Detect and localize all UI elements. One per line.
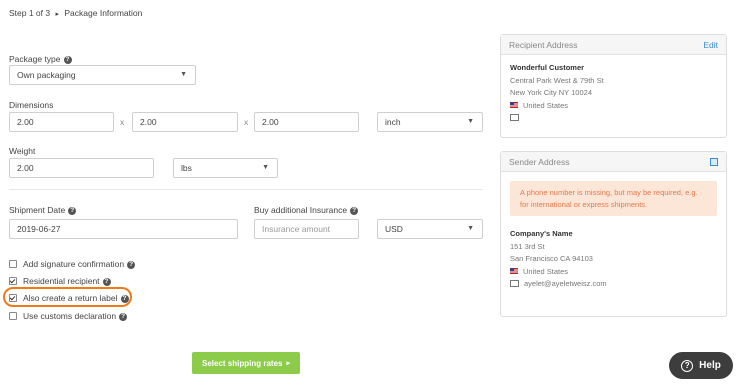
package-type-select[interactable]: Own packaging ▼ — [9, 65, 196, 85]
sender-email: ayelet@ayeletweisz.com — [524, 279, 607, 288]
chevron-down-icon: ▼ — [180, 71, 187, 78]
recipient-panel-header: Recipient Address Edit — [501, 35, 726, 55]
help-icon[interactable]: ? — [63, 55, 72, 64]
height-value: 2.00 — [262, 117, 279, 127]
weight-unit-value: lbs — [181, 163, 192, 173]
breadcrumb: Step 1 of 3 ▸ Package Information — [9, 8, 142, 18]
height-input[interactable]: 2.00 — [254, 112, 359, 132]
arrow-right-icon: ▸ — [286, 360, 290, 367]
us-flag-icon — [510, 267, 518, 274]
select-shipping-rates-label: Select shipping rates — [202, 358, 283, 368]
residential-label: Residential recipient — [23, 276, 100, 286]
weight-value: 2.00 — [17, 163, 34, 173]
shipment-date-value: 2019-06-27 — [17, 224, 61, 234]
sender-address-panel: Sender Address A phone number is missing… — [500, 151, 727, 317]
recipient-name: Wonderful Customer — [510, 63, 585, 72]
dimension-separator: x — [120, 117, 125, 127]
insurance-label-text: Buy additional Insurance — [254, 205, 348, 215]
recipient-country-text: United States — [523, 100, 569, 110]
recipient-city: New York City NY 10024 — [510, 88, 592, 97]
help-icon[interactable]: ? — [119, 312, 128, 321]
dimension-unit-value: inch — [385, 117, 401, 127]
sender-name: Company's Name — [510, 229, 573, 238]
step-arrow-icon: ▸ — [55, 11, 60, 18]
address-book-icon[interactable] — [710, 157, 718, 166]
sender-city: San Francisco CA 94103 — [510, 254, 593, 263]
recipient-country: United States — [510, 100, 717, 113]
sender-panel-title: Sender Address — [509, 156, 570, 167]
weight-label: Weight — [9, 146, 36, 156]
package-type-label: Package type? — [9, 54, 72, 64]
signature-label: Add signature confirmation — [23, 259, 125, 269]
width-input[interactable]: 2.00 — [132, 112, 238, 132]
shipment-date-label: Shipment Date? — [9, 205, 77, 215]
package-type-value: Own packaging — [17, 70, 76, 80]
step-counter: Step 1 of 3 — [9, 8, 51, 18]
length-input[interactable]: 2.00 — [9, 112, 114, 132]
recipient-panel-title: Recipient Address — [509, 39, 578, 50]
dimension-separator: x — [244, 117, 249, 127]
question-circle-icon: ? — [681, 359, 694, 372]
length-value: 2.00 — [17, 117, 34, 127]
missing-phone-warning: A phone number is missing, but may be re… — [510, 181, 717, 216]
help-icon[interactable]: ? — [102, 277, 111, 286]
help-button[interactable]: ? Help — [669, 352, 733, 379]
dimensions-label: Dimensions — [9, 100, 54, 110]
residential-recipient-option[interactable]: Residential recipient? — [9, 276, 111, 286]
customs-declaration-option[interactable]: Use customs declaration? — [9, 311, 128, 321]
help-icon[interactable]: ? — [68, 206, 77, 215]
sender-email-row: ayelet@ayeletweisz.com — [510, 278, 717, 291]
customs-checkbox[interactable] — [9, 311, 17, 320]
currency-value: USD — [385, 224, 403, 234]
help-label: Help — [699, 360, 721, 371]
sender-country-text: United States — [523, 266, 569, 276]
edit-recipient-link[interactable]: Edit — [703, 40, 718, 50]
chevron-down-icon: ▼ — [467, 118, 474, 125]
help-icon[interactable]: ? — [350, 206, 359, 215]
recipient-address-body: Wonderful Customer Central Park West & 7… — [501, 55, 726, 132]
sender-street: 151 3rd St — [510, 241, 545, 251]
dimension-unit-select[interactable]: inch ▼ — [377, 112, 483, 132]
weight-input[interactable]: 2.00 — [9, 158, 154, 178]
signature-confirmation-option[interactable]: Add signature confirmation? — [9, 259, 136, 269]
width-value: 2.00 — [140, 117, 157, 127]
recipient-street: Central Park West & 79th St — [510, 75, 604, 85]
shipment-date-input[interactable]: 2019-06-27 — [9, 219, 238, 239]
shipment-date-label-text: Shipment Date — [9, 205, 66, 215]
envelope-icon — [510, 279, 519, 287]
weight-unit-select[interactable]: lbs ▼ — [173, 158, 278, 178]
insurance-placeholder: Insurance amount — [262, 224, 331, 234]
sender-address-body: Company's Name 151 3rd St San Francisco … — [501, 216, 726, 298]
customs-label: Use customs declaration — [23, 311, 117, 321]
select-shipping-rates-button[interactable]: Select shipping rates ▸ — [192, 352, 300, 374]
help-icon[interactable]: ? — [127, 260, 136, 269]
envelope-icon — [510, 113, 519, 121]
insurance-amount-input[interactable]: Insurance amount — [254, 219, 359, 239]
sender-panel-header: Sender Address — [501, 152, 726, 172]
step-title: Package Information — [64, 8, 143, 18]
recipient-address-panel: Recipient Address Edit Wonderful Custome… — [500, 34, 727, 138]
insurance-label: Buy additional Insurance? — [254, 205, 359, 215]
currency-select[interactable]: USD ▼ — [377, 219, 483, 239]
sender-country: United States — [510, 266, 717, 279]
signature-checkbox[interactable] — [9, 259, 17, 268]
us-flag-icon — [510, 101, 518, 108]
annotation-highlight — [3, 287, 132, 307]
chevron-down-icon: ▼ — [262, 164, 269, 171]
residential-checkbox[interactable] — [9, 276, 17, 285]
chevron-down-icon: ▼ — [467, 225, 474, 232]
divider — [9, 189, 483, 190]
recipient-email-row — [510, 112, 717, 125]
package-type-label-text: Package type — [9, 54, 61, 64]
